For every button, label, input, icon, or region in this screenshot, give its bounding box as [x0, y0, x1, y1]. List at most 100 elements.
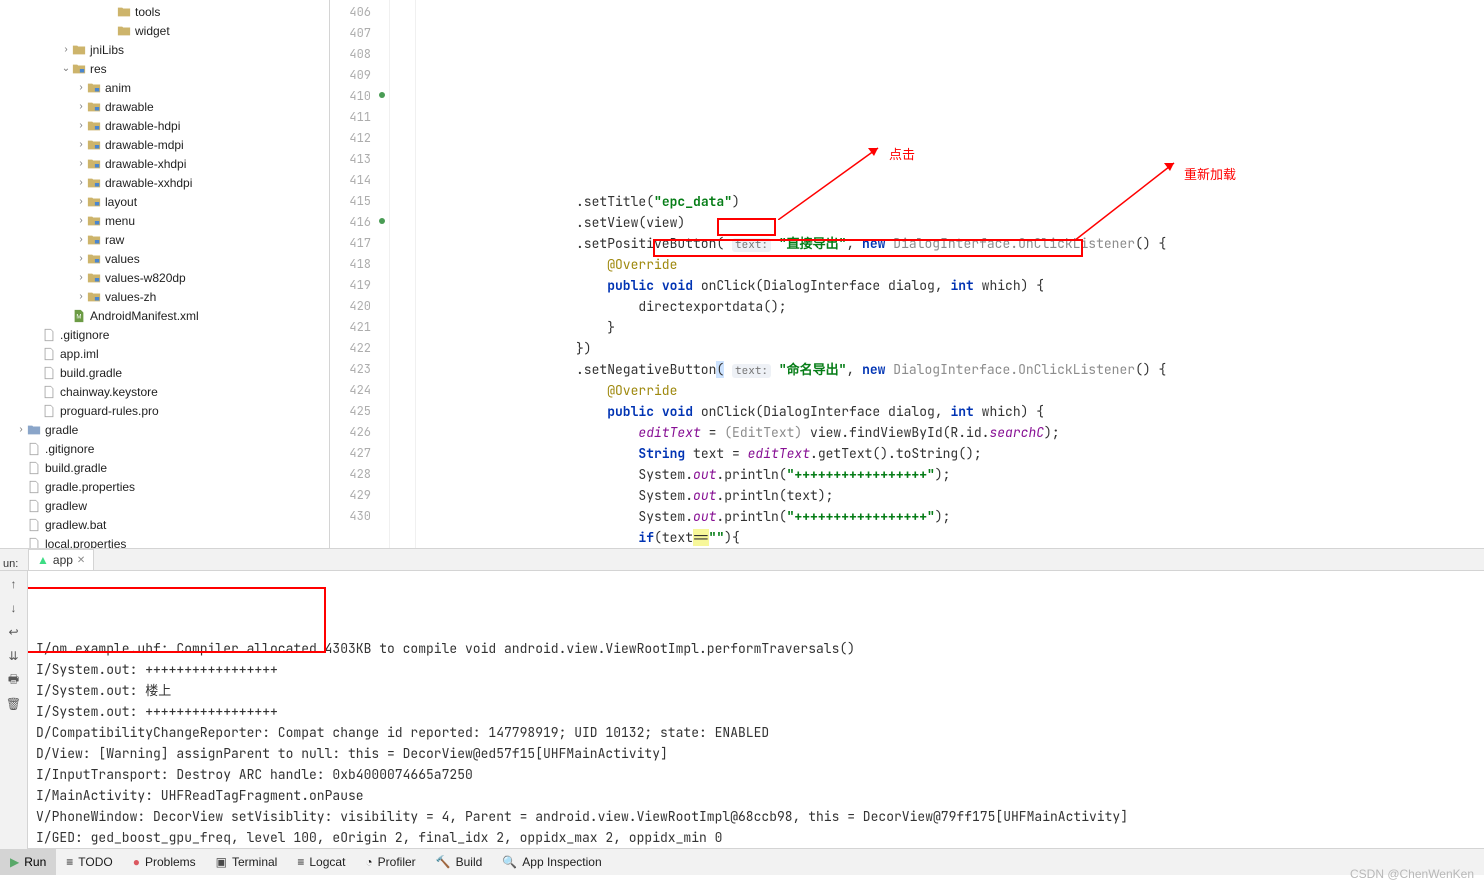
tree-item[interactable]: ›drawable-xhdpi: [0, 154, 329, 173]
run-tabs: ▲ app ✕: [0, 549, 1484, 571]
folder-res-icon: [87, 252, 101, 266]
bottom-tab-app-inspection[interactable]: 🔍App Inspection: [492, 849, 611, 875]
code-line[interactable]: .setNegativeButton( text: "命名导出", new Di…: [416, 359, 1484, 380]
tree-item[interactable]: ›drawable-hdpi: [0, 116, 329, 135]
chevron-icon: ›: [60, 44, 72, 55]
bottom-tab-problems[interactable]: ●Problems: [123, 849, 206, 875]
code-line[interactable]: }: [416, 317, 1484, 338]
tree-label: build.gradle: [45, 461, 107, 475]
props-icon: [27, 480, 41, 494]
tree-label: raw: [105, 233, 124, 247]
tree-item[interactable]: ›gradle: [0, 420, 329, 439]
code-line[interactable]: public void onClick(DialogInterface dial…: [416, 401, 1484, 422]
code-line[interactable]: @Override: [416, 254, 1484, 275]
code-line[interactable]: .setTitle("epc_data"): [416, 191, 1484, 212]
bottom-tab-build[interactable]: 🔨Build: [426, 849, 493, 875]
profiler-icon: ◔: [365, 855, 372, 869]
chevron-icon: ›: [75, 139, 87, 150]
tree-item[interactable]: .gitignore: [0, 439, 329, 458]
wrap-icon[interactable]: ↩: [5, 623, 23, 641]
tree-item[interactable]: build.gradle: [0, 363, 329, 382]
run-console[interactable]: I/om.example.uhf: Compiler allocated 430…: [28, 571, 1484, 852]
project-tree[interactable]: toolswidget›jniLibs⌄res›anim›drawable›dr…: [0, 0, 330, 548]
bottom-tab-label: Terminal: [232, 855, 277, 869]
sh-icon: [27, 499, 41, 513]
code-line[interactable]: .setPositiveButton( text: "直接导出", new Di…: [416, 233, 1484, 254]
tree-item[interactable]: tools: [0, 2, 329, 21]
tree-item[interactable]: ›values-w820dp: [0, 268, 329, 287]
tree-item[interactable]: app.iml: [0, 344, 329, 363]
tree-item[interactable]: widget: [0, 21, 329, 40]
tree-item[interactable]: ›values: [0, 249, 329, 268]
git-icon: [42, 328, 56, 342]
folder-res-icon: [87, 81, 101, 95]
code-line[interactable]: System.out.println("+++++++++++++++++");: [416, 506, 1484, 527]
bottom-tab-run[interactable]: ▶ Run: [0, 849, 56, 875]
tree-item[interactable]: gradlew: [0, 496, 329, 515]
tree-item[interactable]: chainway.keystore: [0, 382, 329, 401]
watermark: CSDN @ChenWenKen: [1350, 867, 1474, 881]
tree-label: .gitignore: [45, 442, 94, 456]
line-number: 428: [330, 464, 389, 485]
tree-item[interactable]: ›drawable: [0, 97, 329, 116]
tree-label: proguard-rules.pro: [60, 404, 159, 418]
tree-label: app.iml: [60, 347, 99, 361]
inspect-icon: 🔍: [502, 855, 517, 869]
scroll-icon[interactable]: ⇊: [5, 647, 23, 665]
manifest-icon: M: [72, 309, 86, 323]
bottom-tab-profiler[interactable]: ◔Profiler: [355, 849, 425, 875]
tree-item[interactable]: proguard-rules.pro: [0, 401, 329, 420]
tree-item[interactable]: .gitignore: [0, 325, 329, 344]
code-line[interactable]: System.out.println("+++++++++++++++++");: [416, 464, 1484, 485]
console-line: I/MainActivity: UHFReadTagFragment.onPau…: [36, 785, 1476, 806]
txt-icon: [42, 404, 56, 418]
code-line[interactable]: System.out.println(text);: [416, 485, 1484, 506]
code-line[interactable]: }): [416, 338, 1484, 359]
tree-item[interactable]: build.gradle: [0, 458, 329, 477]
bottom-tab-todo[interactable]: ≡TODO: [56, 849, 122, 875]
down-arrow-icon[interactable]: ↓: [5, 599, 23, 617]
vcs-marker-icon: [379, 218, 385, 224]
tree-item[interactable]: ›drawable-mdpi: [0, 135, 329, 154]
tree-item[interactable]: ⌄res: [0, 59, 329, 78]
tree-label: gradlew: [45, 499, 87, 513]
line-number: 427: [330, 443, 389, 464]
tree-item[interactable]: ›menu: [0, 211, 329, 230]
tree-item[interactable]: gradlew.bat: [0, 515, 329, 534]
bottom-tab-terminal[interactable]: ▣Terminal: [206, 849, 288, 875]
gradle-icon: [27, 461, 41, 475]
run-tab-app[interactable]: ▲ app ✕: [28, 549, 94, 570]
code-line[interactable]: String text = editText.getText().toStrin…: [416, 443, 1484, 464]
bottom-tab-logcat[interactable]: ≡Logcat: [287, 849, 355, 875]
bottom-tool-bar: ▶ Run ≡TODO●Problems▣Terminal≡Logcat◔Pro…: [0, 848, 1484, 875]
trash-icon[interactable]: 🗑: [5, 695, 23, 713]
vcs-marker-icon: [379, 92, 385, 98]
tree-item[interactable]: ›values-zh: [0, 287, 329, 306]
up-arrow-icon[interactable]: ↑: [5, 575, 23, 593]
android-icon: ▲: [37, 553, 49, 567]
tree-label: widget: [135, 24, 170, 38]
print-icon[interactable]: 🖶: [5, 671, 23, 689]
tree-item[interactable]: ›drawable-xxhdpi: [0, 173, 329, 192]
code-line[interactable]: if(text==""){: [416, 527, 1484, 548]
tree-item[interactable]: local.properties: [0, 534, 329, 548]
code-line[interactable]: public void onClick(DialogInterface dial…: [416, 275, 1484, 296]
line-number: 426: [330, 422, 389, 443]
folder-res-icon: [87, 157, 101, 171]
run-icon: ▶: [10, 855, 19, 869]
chevron-icon: ›: [75, 234, 87, 245]
tree-item[interactable]: MAndroidManifest.xml: [0, 306, 329, 325]
folder-res-icon: [87, 214, 101, 228]
tree-item[interactable]: ›anim: [0, 78, 329, 97]
tree-item[interactable]: › raw: [0, 230, 329, 249]
console-line: I/om.example.uhf: Compiler allocated 430…: [36, 638, 1476, 659]
code-editor[interactable]: 4064074084094104114124134144154164174184…: [330, 0, 1484, 548]
tree-item[interactable]: gradle.properties: [0, 477, 329, 496]
close-icon[interactable]: ✕: [77, 555, 85, 566]
code-line[interactable]: @Override: [416, 380, 1484, 401]
code-line[interactable]: directexportdata();: [416, 296, 1484, 317]
code-line[interactable]: .setView(view): [416, 212, 1484, 233]
tree-item[interactable]: ›layout: [0, 192, 329, 211]
tree-item[interactable]: ›jniLibs: [0, 40, 329, 59]
code-line[interactable]: editText = (EditText) view.findViewById(…: [416, 422, 1484, 443]
